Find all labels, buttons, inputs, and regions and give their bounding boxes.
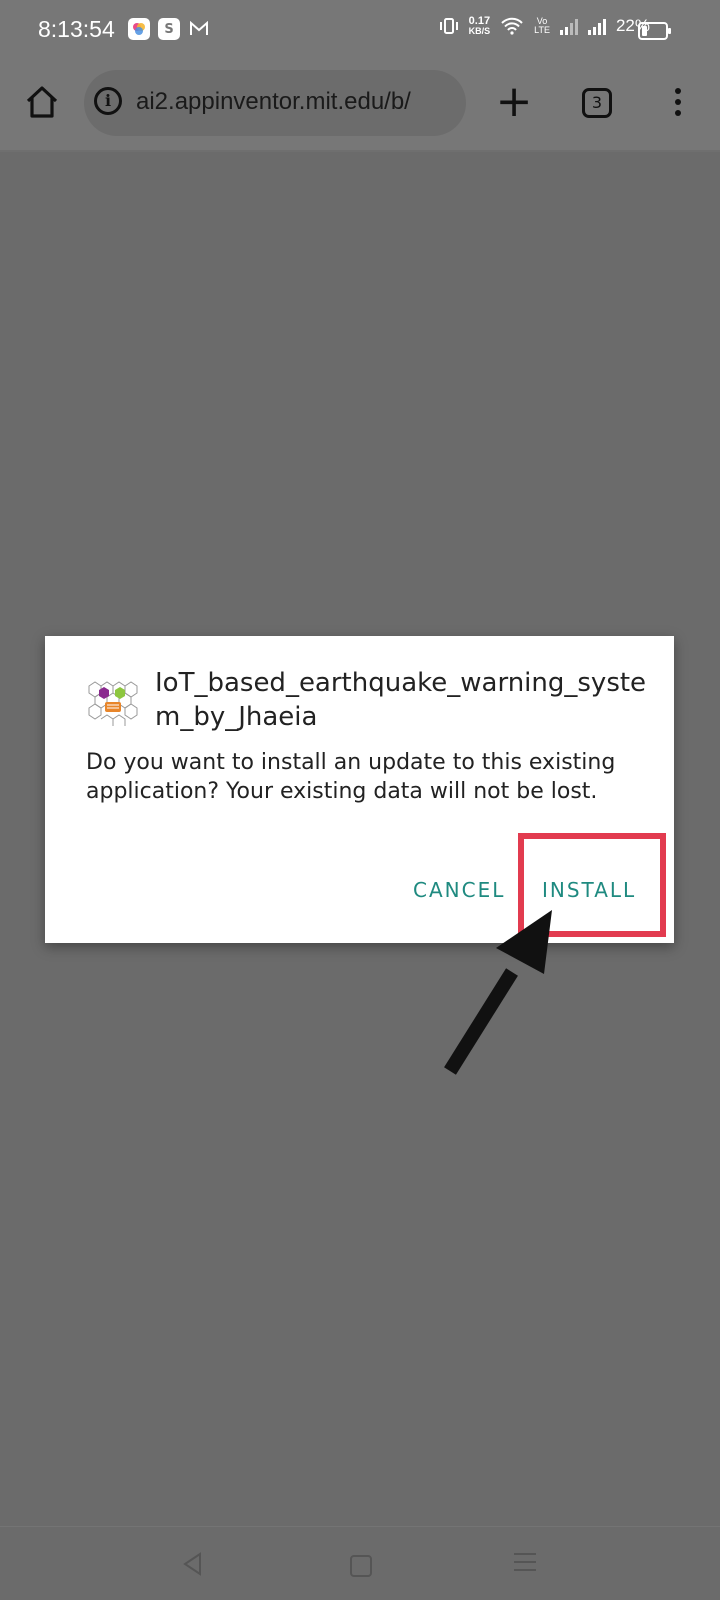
info-icon[interactable]: i xyxy=(94,87,122,115)
clock: 8:13:54 xyxy=(38,16,115,42)
address-bar[interactable]: i ai2.appinventor.mit.edu/b/ xyxy=(84,70,466,136)
photos-icon xyxy=(128,18,150,40)
url-text[interactable]: ai2.appinventor.mit.edu/b/ xyxy=(136,88,458,116)
dialog-message: Do you want to install an update to this… xyxy=(86,750,616,804)
gmail-icon xyxy=(188,18,210,40)
wifi-icon xyxy=(501,17,523,35)
home-nav-icon[interactable] xyxy=(350,1555,372,1577)
status-bar: 8:13:54 S 0.17 KB/S Vo LTE 22% xyxy=(0,0,720,62)
volte-indicator: Vo LTE xyxy=(534,17,550,35)
home-icon[interactable] xyxy=(24,84,60,120)
system-icons: 0.17 KB/S Vo LTE 22% xyxy=(439,16,650,36)
battery-icon xyxy=(638,22,671,40)
browser-toolbar: i ai2.appinventor.mit.edu/b/ + 3 xyxy=(0,62,720,152)
volte-bottom: LTE xyxy=(534,25,550,35)
net-speed: 0.17 KB/S xyxy=(468,15,491,37)
new-tab-button[interactable]: + xyxy=(494,80,534,124)
signal-bars-icon-2 xyxy=(587,17,606,35)
app-icon xyxy=(88,681,138,726)
net-speed-unit: KB/S xyxy=(468,26,491,36)
tab-switcher-button[interactable]: 3 xyxy=(582,88,612,118)
dialog-title: IoT_based_earthquake_warning_system_by_J… xyxy=(155,668,647,732)
vibrate-icon xyxy=(439,18,458,34)
back-icon[interactable] xyxy=(180,1551,206,1577)
net-speed-value: 0.17 xyxy=(468,15,491,27)
signal-bars-icon xyxy=(559,17,578,35)
cancel-button[interactable]: CANCEL xyxy=(413,878,505,902)
shopee-icon: S xyxy=(158,18,180,40)
pointer-arrow xyxy=(444,910,552,1075)
overflow-menu-icon[interactable] xyxy=(672,88,684,120)
recents-icon[interactable] xyxy=(514,1553,536,1577)
notification-icons: S xyxy=(128,18,210,40)
navigation-bar xyxy=(0,1526,720,1600)
